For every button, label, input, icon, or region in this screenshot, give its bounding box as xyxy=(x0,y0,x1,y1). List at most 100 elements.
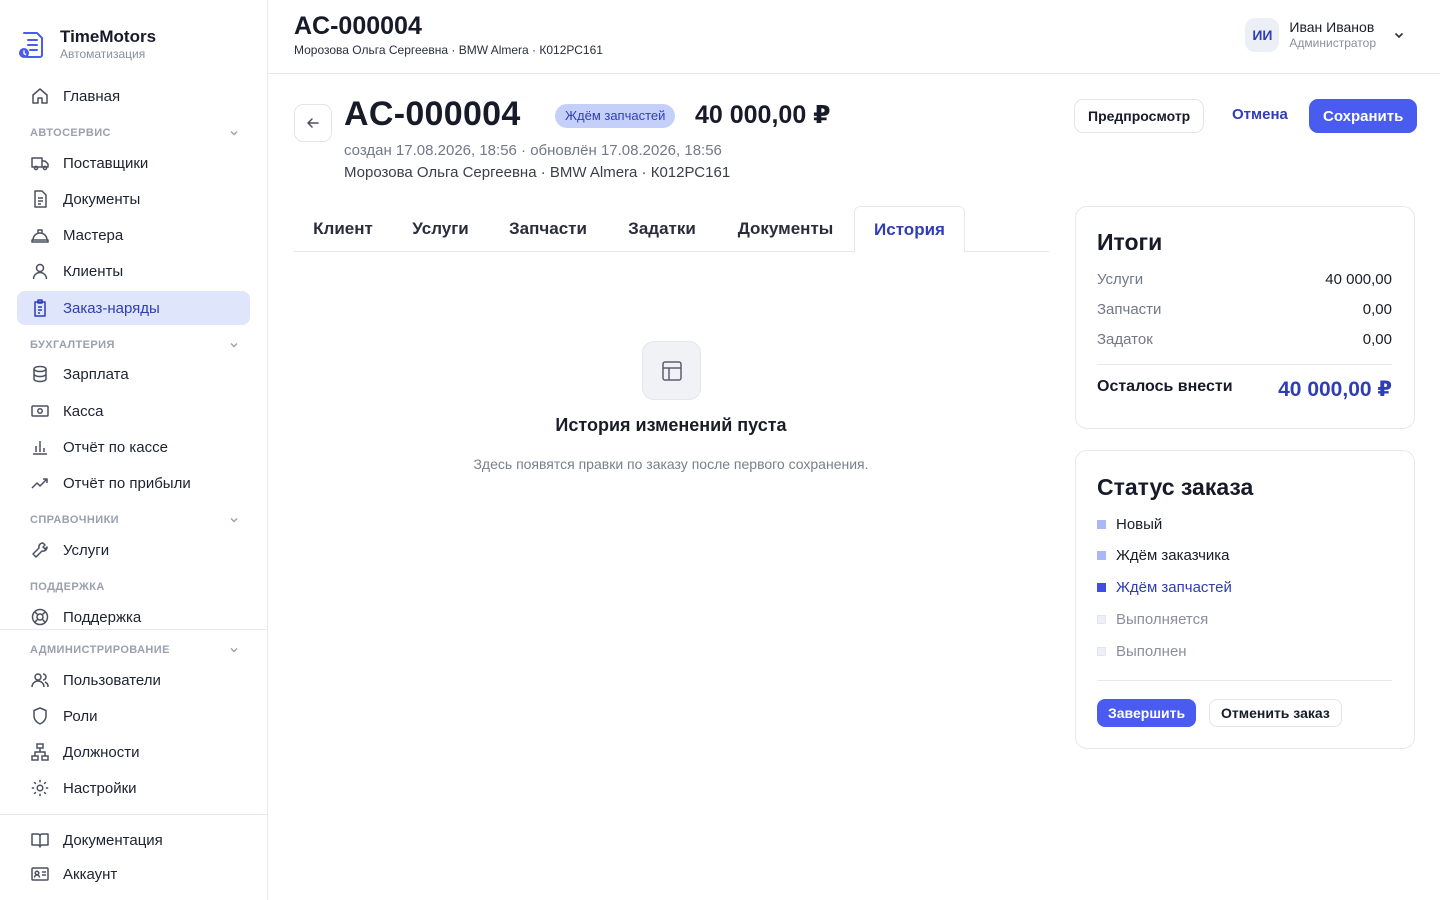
section-label: СПРАВОЧНИКИ xyxy=(30,514,119,526)
complete-order-button[interactable]: Завершить xyxy=(1097,699,1197,727)
section-label: АДМИНИСТРИРОВАНИЕ xyxy=(30,644,170,656)
status-step[interactable]: Выполняется xyxy=(1097,611,1208,628)
chevron-down-icon xyxy=(230,648,238,653)
totals-row-value: 40 000,00 xyxy=(1325,271,1392,288)
totals-row-label: Запчасти xyxy=(1097,301,1162,318)
tab-services[interactable]: Услуги xyxy=(392,206,489,252)
empty-state-title: История изменений пуста xyxy=(555,415,787,435)
brand[interactable]: TimeMotors Автоматизация xyxy=(18,27,156,62)
user-menu[interactable]: ИИ Иван Иванов Администратор xyxy=(1245,18,1406,52)
sidebar-item-services[interactable]: Услуги xyxy=(17,533,250,567)
status-step[interactable]: Выполнен xyxy=(1097,643,1187,660)
tab-bar: Клиент Услуги Запчасти Задатки Документы… xyxy=(294,206,1049,253)
empty-state-text: Здесь появятся правки по заказу после пе… xyxy=(473,456,869,472)
chevron-down-icon xyxy=(1394,32,1404,39)
sidebar-item-cashbox[interactable]: Касса xyxy=(17,394,250,428)
chevron-down-icon xyxy=(230,131,238,136)
section-label: ПОДДЕРЖКА xyxy=(30,581,105,593)
sidebar-item-users[interactable]: Пользователи xyxy=(17,663,250,697)
sidebar-item-label: Аккаунт xyxy=(63,865,118,883)
status-step-current[interactable]: Ждём запчастей xyxy=(1097,579,1232,596)
section-autoservice[interactable]: АВТОСЕРВИС xyxy=(30,127,240,139)
sidebar-item-suppliers[interactable]: Поставщики xyxy=(17,146,250,180)
totals-row-services: Услуги 40 000,00 xyxy=(1097,271,1392,288)
cancel-order-button[interactable]: Отменить заказ xyxy=(1209,699,1342,727)
sidebar-item-home[interactable]: Главная xyxy=(17,79,250,113)
sidebar-item-label: Мастера xyxy=(63,226,124,244)
users-icon xyxy=(31,673,49,688)
sidebar-item-label: Настройки xyxy=(63,779,137,797)
section-references[interactable]: СПРАВОЧНИКИ xyxy=(30,514,240,526)
sidebar-item-positions[interactable]: Должности xyxy=(17,735,250,769)
arrow-left-icon xyxy=(307,118,319,128)
sidebar-item-cash-report[interactable]: Отчёт по кассе xyxy=(17,430,250,464)
tab-deposits[interactable]: Задатки xyxy=(607,206,717,252)
order-meta: создан 17.08.2026, 18:56 · обновлён 17.0… xyxy=(344,142,722,159)
order-status-card: Статус заказа Новый Ждём заказчика Ждём … xyxy=(1075,450,1415,749)
sidebar-item-account[interactable]: Аккаунт xyxy=(17,857,250,891)
sidebar-item-label: Поддержка xyxy=(63,608,142,626)
sidebar-item-clients[interactable]: Клиенты xyxy=(17,254,250,288)
totals-row-deposit: Задаток 0,00 xyxy=(1097,331,1392,348)
sidebar-item-label: Роли xyxy=(63,707,98,725)
totals-divider xyxy=(1097,364,1392,365)
chevron-down-icon xyxy=(230,343,238,348)
status-marker xyxy=(1097,520,1106,529)
amount-due-value: 40 000,00 ₽ xyxy=(1278,378,1392,401)
sidebar-divider xyxy=(0,814,267,815)
trending-up-icon xyxy=(31,478,48,489)
sidebar-item-settings[interactable]: Настройки xyxy=(17,771,250,805)
sidebar-item-label: Клиенты xyxy=(63,262,124,280)
sidebar-item-documents[interactable]: Документы xyxy=(17,182,250,216)
sidebar-item-masters[interactable]: Мастера xyxy=(17,218,250,252)
org-chart-icon xyxy=(31,743,49,761)
sidebar-item-label: Поставщики xyxy=(63,154,149,172)
sidebar-item-documentation[interactable]: Документация xyxy=(17,823,250,857)
order-total: 40 000,00 ₽ xyxy=(695,101,831,129)
sidebar-item-label: Зарплата xyxy=(63,365,129,383)
top-bar: AC-000004 Морозова Ольга Сергеевна · BMW… xyxy=(268,0,1440,74)
section-accounting[interactable]: БУХГАЛТЕРИЯ xyxy=(30,339,240,351)
tab-client[interactable]: Клиент xyxy=(294,206,392,252)
status-step[interactable]: Ждём заказчика xyxy=(1097,547,1230,564)
status-step-label: Выполняется xyxy=(1116,611,1209,628)
sidebar-item-label: Касса xyxy=(63,402,104,420)
save-button[interactable]: Сохранить xyxy=(1309,99,1418,133)
id-card-icon xyxy=(31,867,49,881)
home-icon xyxy=(32,88,48,104)
sidebar-item-profit-report[interactable]: Отчёт по прибыли xyxy=(17,466,250,500)
coins-icon xyxy=(33,365,47,383)
sidebar-item-work-orders[interactable]: Заказ-наряды xyxy=(17,291,250,325)
back-button[interactable] xyxy=(294,104,332,142)
status-marker xyxy=(1097,583,1106,592)
totals-row-label: Услуги xyxy=(1097,271,1144,288)
totals-row-label: Задаток xyxy=(1097,331,1153,348)
cancel-button[interactable]: Отмена xyxy=(1232,106,1288,123)
user-role: Администратор xyxy=(1289,36,1376,50)
sidebar-item-roles[interactable]: Роли xyxy=(17,699,250,733)
totals-row-value: 0,00 xyxy=(1362,331,1392,348)
brand-subtitle: Автоматизация xyxy=(60,47,146,61)
section-admin[interactable]: АДМИНИСТРИРОВАНИЕ xyxy=(30,644,240,656)
status-step-label: Ждём заказчика xyxy=(1116,547,1230,564)
amount-due-label: Осталось внести xyxy=(1097,378,1233,395)
header-subtitle: Морозова Ольга Сергеевна · BMW Almera · … xyxy=(294,43,603,57)
tab-documents[interactable]: Документы xyxy=(717,206,854,252)
status-step-label: Ждём запчастей xyxy=(1116,579,1232,596)
section-label: БУХГАЛТЕРИЯ xyxy=(30,339,115,351)
sidebar-item-salary[interactable]: Зарплата xyxy=(17,357,250,391)
status-divider xyxy=(1097,680,1392,681)
status-step[interactable]: Новый xyxy=(1097,516,1162,533)
bar-chart-icon xyxy=(33,441,47,455)
status-marker xyxy=(1097,647,1106,656)
order-client-line: Морозова Ольга Сергеевна · BMW Almera · … xyxy=(344,164,731,181)
totals-title: Итоги xyxy=(1097,229,1163,255)
layout-icon xyxy=(642,341,701,400)
tab-parts[interactable]: Запчасти xyxy=(489,206,607,252)
gear-icon xyxy=(31,779,49,797)
tab-history[interactable]: История xyxy=(854,206,965,253)
sidebar-item-label: Главная xyxy=(63,87,121,105)
sidebar-item-label: Заказ-наряды xyxy=(63,299,160,317)
sidebar-divider xyxy=(0,629,267,630)
preview-button[interactable]: Предпросмотр xyxy=(1074,99,1205,133)
